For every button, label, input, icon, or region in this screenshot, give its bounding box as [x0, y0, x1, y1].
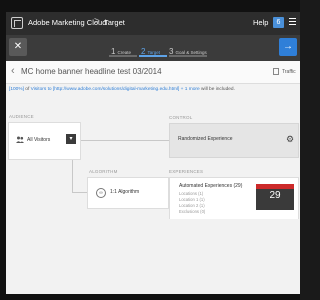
gear-icon[interactable]: ⚙ — [286, 134, 294, 145]
notification-badge[interactable]: 6 — [273, 17, 284, 28]
inclusion-text: [100%] of Visitors to [http://www.adobe.… — [9, 87, 235, 92]
empty-canvas-area — [6, 219, 300, 294]
help-link[interactable]: Help — [253, 18, 268, 27]
workflow-step-bar: ✕ 1 Create 2 Target 3 Goal & Settings → — [6, 35, 300, 61]
audience-header: AUDIENCE — [9, 114, 34, 119]
control-card[interactable]: Randomized Experience ⚙ — [169, 123, 299, 158]
of-text: of — [23, 87, 31, 92]
control-header: CONTROL — [169, 115, 193, 120]
connector-to-algorithm — [72, 192, 87, 193]
visitors-link[interactable]: Visitors to [http://www.adobe.com/soluti… — [31, 87, 200, 92]
algorithm-label: 1:1 Algorithm — [110, 189, 140, 195]
included-text: will be included. — [199, 87, 235, 92]
algorithm-header: ALGORITHM — [89, 169, 118, 174]
inclusion-info: [100%] of Visitors to [http://www.adobe.… — [6, 83, 300, 99]
step-progress-target — [139, 55, 167, 57]
audience-dropdown-button[interactable]: ▾ — [66, 134, 76, 144]
activity-title[interactable]: MC home banner headline test 03/2014 — [21, 67, 162, 76]
location-2: Location 2 (1) — [179, 203, 205, 208]
menu-icon[interactable] — [289, 18, 296, 27]
experiences-header: EXPERIENCES — [169, 169, 204, 174]
audience-label: All Visitors — [27, 137, 51, 143]
exclusions-count: Exclusions (0) — [179, 209, 206, 214]
connector-audience-down — [72, 158, 73, 192]
traffic-icon[interactable] — [273, 68, 279, 75]
close-button[interactable]: ✕ — [9, 38, 27, 56]
connector-audience-control — [79, 140, 169, 141]
app-screen: Adobe Marketing Cloud > Target Help 6 ✕ … — [6, 12, 300, 294]
step-progress-create — [109, 55, 137, 57]
percent-link[interactable]: [100%] — [9, 87, 24, 92]
back-chevron-icon[interactable]: ‹ — [11, 65, 15, 77]
algorithm-card[interactable]: ∞ 1:1 Algorithm — [87, 177, 169, 209]
thumbnail-header — [256, 184, 294, 189]
top-bar: Adobe Marketing Cloud > Target Help 6 — [6, 12, 300, 35]
device-frame: Adobe Marketing Cloud > Target Help 6 ✕ … — [0, 0, 300, 300]
next-button[interactable]: → — [279, 38, 297, 56]
experiences-card[interactable]: Automated Experiences (29) Locations (1)… — [169, 177, 299, 221]
activity-title-bar: ‹ MC home banner headline test 03/2014 T… — [6, 61, 300, 84]
experience-thumbnail[interactable]: 29 — [256, 184, 294, 210]
section-name[interactable]: Target — [104, 18, 125, 27]
audience-card[interactable]: All Visitors ▾ — [8, 122, 81, 160]
location-1: Location 1 (1) — [179, 197, 205, 202]
traffic-label[interactable]: Traffic — [282, 69, 296, 75]
algorithm-icon: ∞ — [96, 188, 106, 198]
experiences-title[interactable]: Automated Experiences (29) — [179, 183, 242, 189]
step-progress-goal — [169, 55, 207, 57]
control-label: Randomized Experience — [178, 136, 233, 142]
breadcrumb-separator: > — [94, 16, 100, 27]
people-icon — [16, 136, 24, 143]
thumbnail-count: 29 — [269, 190, 281, 201]
locations-count: Locations (1) — [179, 191, 204, 196]
adobe-logo-icon[interactable] — [11, 17, 23, 29]
